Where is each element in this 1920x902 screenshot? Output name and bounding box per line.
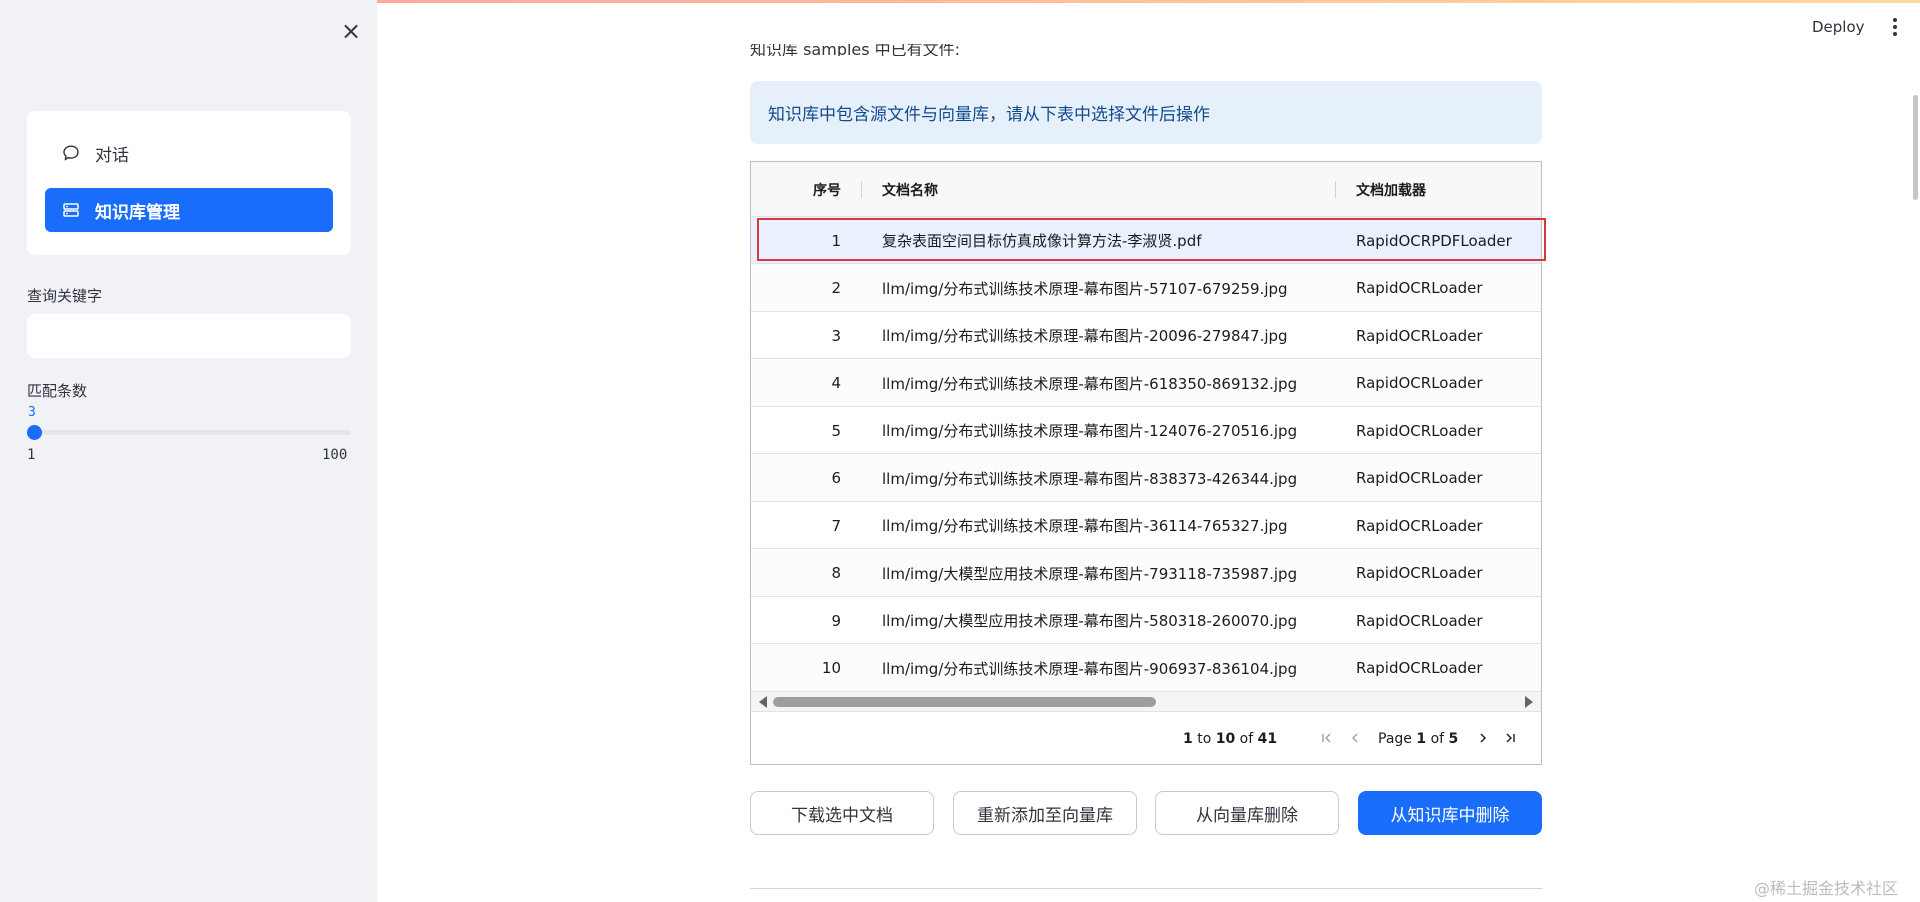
table-row[interactable]: 6 llm/img/分布式训练技术原理-幕布图片-838373-426344.jp… xyxy=(751,454,1541,502)
table-row[interactable]: 4 llm/img/分布式训练技术原理-幕布图片-618350-869132.jp… xyxy=(751,359,1541,407)
cell-loader: RapidOCRLoader xyxy=(1356,421,1483,440)
info-alert-text: 知识库中包含源文件与向量库，请从下表中选择文件后操作 xyxy=(768,105,1210,125)
slider-value: 3 xyxy=(28,405,36,420)
cell-index: 10 xyxy=(821,659,841,677)
cell-document-name: llm/img/分布式训练技术原理-幕布图片-20096-279847.jpg xyxy=(882,327,1288,345)
cell-loader: RapidOCRPDFLoader xyxy=(1356,231,1512,250)
cell-index: 9 xyxy=(831,611,841,630)
cell-index: 2 xyxy=(831,279,841,297)
cell-index: 6 xyxy=(831,469,841,487)
slider-max-label: 100 xyxy=(322,447,348,463)
cell-index: 4 xyxy=(831,374,841,392)
close-icon[interactable]: × xyxy=(341,17,361,45)
cell-loader: RapidOCRLoader xyxy=(1356,564,1483,582)
cell-document-name: llm/img/分布式训练技术原理-幕布图片-618350-869132.jpg xyxy=(882,374,1298,393)
page-scrollbar[interactable] xyxy=(1913,95,1918,200)
last-page-icon[interactable] xyxy=(1501,728,1519,748)
cell-loader: RapidOCRLoader xyxy=(1356,611,1483,630)
next-page-icon[interactable] xyxy=(1474,728,1492,748)
cell-document-name: llm/img/分布式训练技术原理-幕布图片-906937-836104.jpg xyxy=(882,659,1298,678)
horizontal-scrollbar[interactable] xyxy=(751,692,1541,712)
slider-min-label: 1 xyxy=(27,447,36,463)
cell-loader: RapidOCRLoader xyxy=(1356,516,1483,535)
cell-index: 1 xyxy=(831,231,841,250)
menu-item-chat[interactable]: 对话 xyxy=(45,131,333,175)
column-resize-handle[interactable] xyxy=(861,181,862,198)
previous-page-icon[interactable] xyxy=(1346,728,1364,748)
cell-document-name: llm/img/分布式训练技术原理-幕布图片-838373-426344.jpg xyxy=(882,469,1298,488)
database-icon xyxy=(61,200,81,220)
table-row[interactable]: 8 llm/img/大模型应用技术原理-幕布图片-793118-735987.jp… xyxy=(751,549,1541,597)
cell-loader: RapidOCRLoader xyxy=(1356,326,1483,345)
slider-thumb[interactable] xyxy=(27,425,42,440)
search-label: 查询关键字 xyxy=(27,287,103,305)
slider-track[interactable] xyxy=(33,430,351,435)
sidebar: × 对话 知识库管理 查询关键字 匹配条数 3 1 100 xyxy=(0,0,377,902)
row-count-summary: 1 to 10 of 41 xyxy=(1183,731,1278,747)
cell-document-name: llm/img/大模型应用技术原理-幕布图片-580318-260070.jpg xyxy=(882,612,1298,630)
menu-item-knowledge-base[interactable]: 知识库管理 xyxy=(45,188,333,232)
deploy-button[interactable]: Deploy xyxy=(1812,18,1865,36)
pagination: 1 to 10 of 41 Page 1 of 5 xyxy=(751,713,1541,764)
delete-from-vector-store-button[interactable]: 从向量库删除 xyxy=(1155,791,1339,835)
first-page-icon[interactable] xyxy=(1318,728,1336,748)
menu-item-label: 知识库管理 xyxy=(95,202,180,223)
nav-menu: 对话 知识库管理 xyxy=(27,111,351,255)
menu-item-label: 对话 xyxy=(95,145,129,166)
cell-document-name: 复杂表面空间目标仿真成像计算方法-李淑贤.pdf xyxy=(882,232,1202,250)
kebab-menu-icon[interactable] xyxy=(1890,16,1900,38)
column-header-name[interactable]: 文档名称 xyxy=(882,162,938,217)
table-row[interactable]: 7 llm/img/分布式训练技术原理-幕布图片-36114-765327.jpg… xyxy=(751,502,1541,549)
cell-loader: RapidOCRLoader xyxy=(1356,469,1483,487)
scrollbar-thumb[interactable] xyxy=(773,697,1156,707)
watermark: @稀土掘金技术社区 xyxy=(1754,879,1899,898)
cell-loader: RapidOCRLoader xyxy=(1356,279,1483,297)
document-table: 序号 文档名称 文档加载器 1 复杂表面空间目标仿真成像计算方法-李淑贤.pdf R… xyxy=(750,161,1542,765)
cell-index: 7 xyxy=(831,516,841,535)
table-row[interactable]: 5 llm/img/分布式训练技术原理-幕布图片-124076-270516.jp… xyxy=(751,407,1541,454)
scroll-right-icon[interactable] xyxy=(1525,696,1533,708)
chat-bubble-icon xyxy=(61,143,81,163)
page-indicator: Page 1 of 5 xyxy=(1378,731,1459,747)
cell-document-name: llm/img/分布式训练技术原理-幕布图片-57107-679259.jpg xyxy=(882,279,1288,298)
info-alert: 知识库中包含源文件与向量库，请从下表中选择文件后操作 xyxy=(750,81,1542,144)
column-header-index[interactable]: 序号 xyxy=(751,162,841,217)
delete-from-knowledge-base-button[interactable]: 从知识库中删除 xyxy=(1358,791,1542,835)
cell-loader: RapidOCRLoader xyxy=(1356,659,1483,677)
cell-index: 3 xyxy=(831,326,841,345)
section-divider xyxy=(750,888,1542,889)
search-input[interactable] xyxy=(27,314,351,358)
table-header: 序号 文档名称 文档加载器 xyxy=(751,162,1541,217)
cell-document-name: llm/img/分布式训练技术原理-幕布图片-124076-270516.jpg xyxy=(882,422,1298,440)
close-sidebar-button[interactable]: × xyxy=(338,18,364,44)
cell-document-name: llm/img/大模型应用技术原理-幕布图片-793118-735987.jpg xyxy=(882,564,1298,583)
cell-index: 5 xyxy=(831,421,841,440)
column-header-loader[interactable]: 文档加载器 xyxy=(1356,162,1426,217)
download-selected-button[interactable]: 下载选中文档 xyxy=(750,791,934,835)
scroll-left-icon[interactable] xyxy=(759,696,767,708)
table-row[interactable]: 10 llm/img/分布式训练技术原理-幕布图片-906937-836104.j… xyxy=(751,644,1541,692)
cell-loader: RapidOCRLoader xyxy=(1356,374,1483,392)
section-heading-partial: 知识库 samples 中已有文件: xyxy=(750,40,961,56)
cell-index: 8 xyxy=(831,564,841,582)
match-count-label: 匹配条数 xyxy=(27,382,88,400)
re-add-to-vector-store-button[interactable]: 重新添加至向量库 xyxy=(953,791,1137,835)
cell-document-name: llm/img/分布式训练技术原理-幕布图片-36114-765327.jpg xyxy=(882,517,1288,535)
column-resize-handle[interactable] xyxy=(1335,181,1336,198)
table-row[interactable]: 2 llm/img/分布式训练技术原理-幕布图片-57107-679259.jpg… xyxy=(751,264,1541,312)
table-row[interactable]: 3 llm/img/分布式训练技术原理-幕布图片-20096-279847.jpg… xyxy=(751,312,1541,359)
table-row[interactable]: 1 复杂表面空间目标仿真成像计算方法-李淑贤.pdf RapidOCRPDFLoad… xyxy=(751,217,1541,264)
table-row[interactable]: 9 llm/img/大模型应用技术原理-幕布图片-580318-260070.jp… xyxy=(751,597,1541,644)
